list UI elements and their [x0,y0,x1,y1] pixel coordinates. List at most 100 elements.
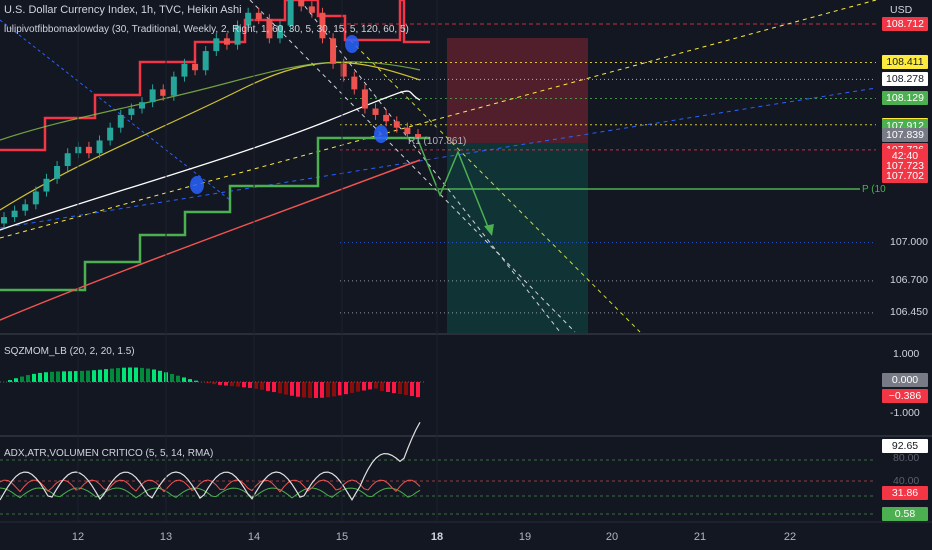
sqzmom-bar [380,382,384,391]
candle-body [393,121,400,128]
price-tag: 107.839 [882,128,928,143]
sqzmom-bar [326,382,330,398]
sqzmom-bar [74,371,78,382]
sqzmom-bar [32,373,36,382]
price-tag: 108.129 [882,91,928,106]
sqzmom-bar [128,367,132,382]
candle-body [330,38,337,64]
sqzmom-bar [236,382,240,387]
sqzmom-bar [308,382,312,398]
chart-canvas[interactable] [0,0,932,550]
adx-mid-tag: 31.86 [882,486,928,500]
sqzmom-bar [278,382,282,394]
adx-faded-tick-80: 80.00 [893,452,920,464]
sqzmom-bar [410,382,414,396]
sqzmom-bar [356,382,360,392]
sqzmom-bar [86,370,90,382]
sqzmom-bar [80,370,84,382]
sqzmom-bar [374,382,378,389]
candle-body [107,127,114,141]
sqzmom-bar [92,370,96,382]
sqzmom-bar [140,367,144,382]
price-axis-tick: 106.450 [890,305,928,318]
sqzmom-bar [338,382,342,396]
candle-body [372,108,379,115]
sqzmom-bar [284,382,288,395]
candle-body [43,178,50,192]
adx-low-tag: 0.58 [882,507,928,521]
price-tag: 108.411 [882,55,928,70]
sqzmom-bar [44,372,48,382]
sqzmom-bar [104,369,108,382]
sqzmom-bar [386,382,390,392]
target-position-box [447,143,588,333]
candle-body [213,38,220,52]
sqzmom-bar [296,382,300,397]
candle-body [139,102,145,109]
time-axis-tick: 18 [430,531,444,543]
price-axis-tick: 106.700 [890,273,928,286]
sqzmom-bar [248,382,252,388]
sqzmom-bar [176,375,180,382]
price-tag: 108.712 [882,17,928,31]
candle-body [202,51,209,71]
candle-body [117,114,124,128]
candle-body [160,89,167,96]
sqzmom-bar [314,382,318,398]
time-axis-tick: 19 [518,531,532,543]
candle-body [85,146,92,154]
sqzmom-label: SQZMOM_LB (20, 2, 20, 1.5) [4,346,135,357]
price-tag: 108.278 [882,72,928,87]
candle-body [181,63,188,77]
pivot-resistance-step [0,0,430,152]
sqzmom-bar [302,382,306,398]
sqzmom-bar [290,382,294,396]
time-axis-tick: 12 [71,531,85,543]
sqzmom-bar [146,368,150,382]
ma-white [0,90,421,231]
price-tag: 107.702 [882,169,928,184]
adx-white-line [0,422,421,501]
sqzmom-bar [266,382,270,391]
candle-body [128,108,135,115]
time-axis-tick: 21 [693,531,707,543]
candle-body [383,114,390,122]
candle-body [64,153,71,166]
sqzmom-bar [254,382,258,389]
sqzmom-bar [260,382,264,390]
sqzmom-bar [68,371,72,382]
candle-body [287,0,294,26]
pivot-r1-label: R1 (107.861) [408,136,467,147]
sqzmom-bar [158,370,162,382]
candle-body [32,191,39,205]
sqzmom-bar [404,382,408,395]
sqzmom-bar [320,382,324,398]
sqzmom-value-tag: −0.386 [882,389,928,403]
signal-marker [374,125,388,143]
time-axis-tick: 15 [335,531,349,543]
candle-body [351,76,358,90]
candle-body [96,140,103,154]
sqzmom-bar [38,372,42,382]
sqzmom-bar [122,367,126,382]
candle-body [54,166,61,179]
sqzmom-bar [182,377,186,382]
sqzmom-bar [344,382,348,395]
short-position-box [447,38,588,143]
sqzmom-tick-top: 1.000 [893,348,920,360]
ma-green [0,61,421,141]
sqzmom-bar [170,373,174,382]
adx-label: ADX,ATR,VOLUMEN CRITICO (5, 5, 14, RMA) [4,448,214,459]
sqzmom-bar [224,382,228,386]
sqzmom-bar [62,371,66,382]
candle-body [11,210,18,218]
sqzmom-bar [398,382,402,394]
sqzmom-bar [368,382,372,390]
sqzmom-bar [20,376,24,382]
candle-body [170,76,177,96]
sqzmom-bar [332,382,336,397]
candle-body [308,6,315,13]
chart-stage[interactable]: U.S. Dollar Currency Index, 1h, TVC, Hei… [0,0,932,550]
sqzmom-bar [116,368,120,382]
sqzmom-bar [134,367,138,382]
